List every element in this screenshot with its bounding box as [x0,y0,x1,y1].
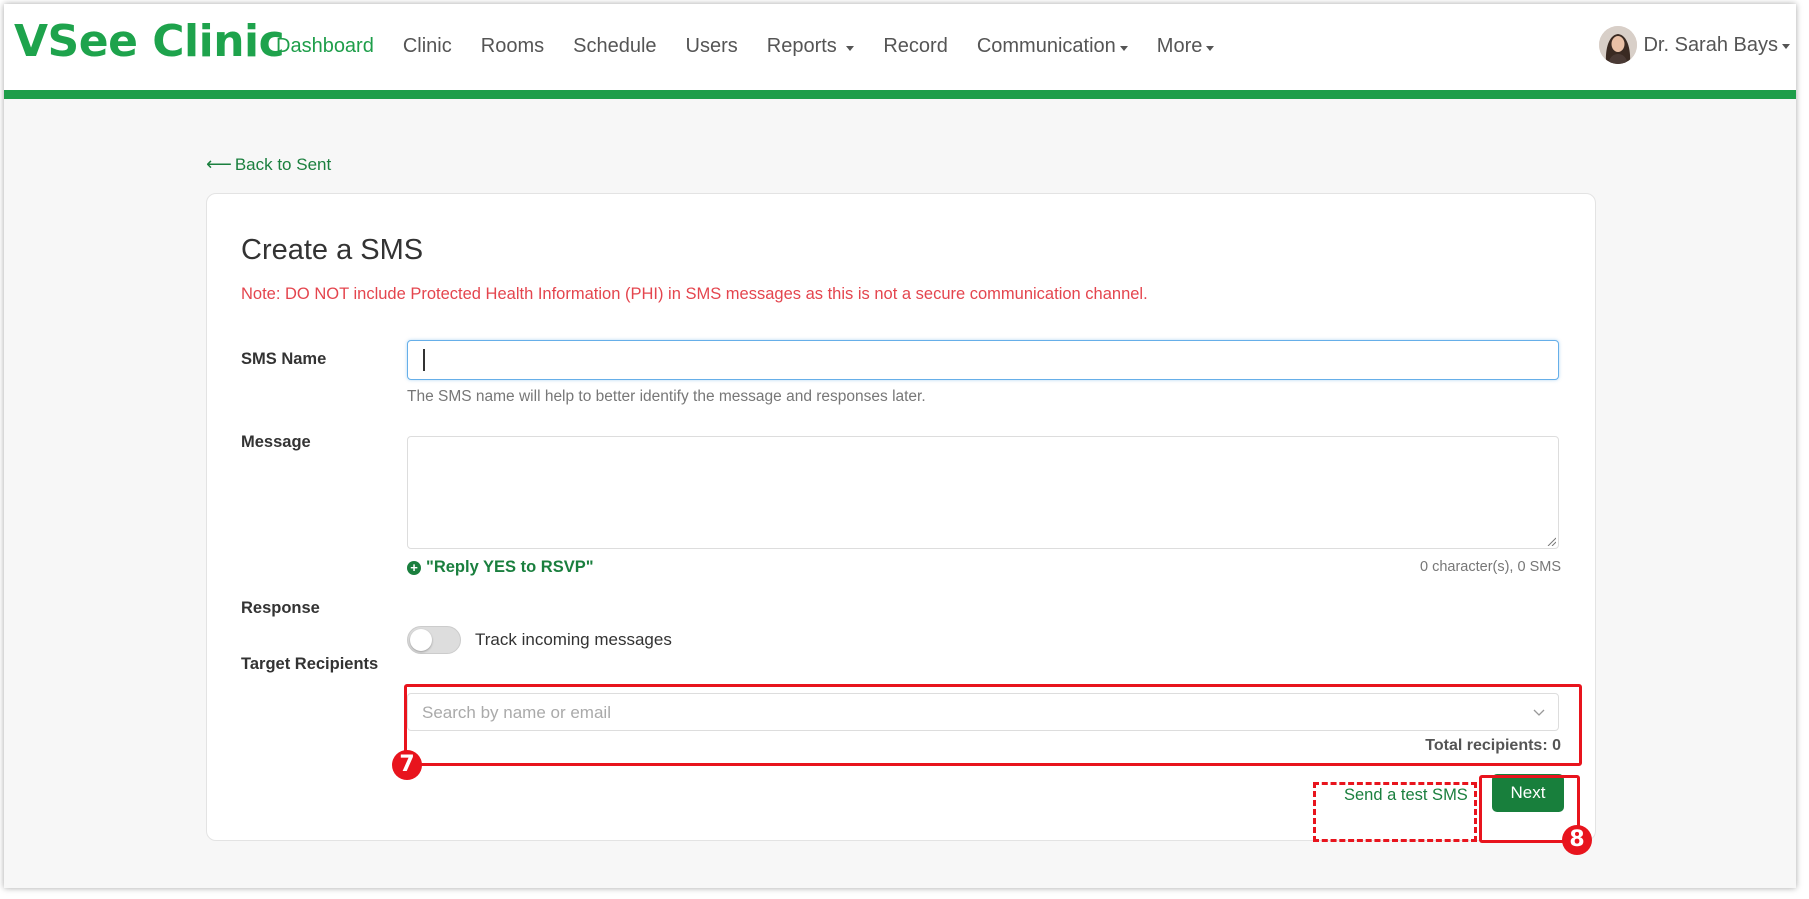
resize-handle-icon[interactable] [1546,536,1556,546]
nav-item-schedule[interactable]: Schedule [573,35,656,58]
header-accent-bar [4,90,1796,99]
back-to-sent-link[interactable]: ⟵ Back to Sent [206,154,331,175]
nav-item-users[interactable]: Users [686,35,738,58]
step-badge-7: 7 [392,750,422,780]
main-nav: Dashboard Clinic Rooms Schedule Users Re… [276,35,1243,58]
page-title: Create a SMS [241,234,424,266]
sms-name-label: SMS Name [241,350,327,368]
back-link-label: Back to Sent [234,154,332,174]
highlight-recipients-box [404,684,1582,766]
nav-item-record[interactable]: Record [883,35,947,58]
vsee-clinic-logo[interactable]: VSee Clinic [14,16,285,67]
step-badge-8: 8 [1562,825,1592,855]
nav-item-rooms[interactable]: Rooms [481,35,544,58]
phi-warning-note: Note: DO NOT include Protected Health In… [241,285,1148,303]
text-cursor [423,349,425,371]
caret-down-icon [846,45,855,51]
avatar-icon [1599,26,1638,64]
nav-item-communication[interactable]: Communication [977,35,1128,58]
response-label: Response [241,599,320,617]
message-label: Message [241,433,311,451]
nav-item-dashboard[interactable]: Dashboard [276,35,374,58]
caret-down-icon [1782,44,1790,49]
reply-yes-rsvp-link[interactable]: + "Reply YES to RSVP" [407,558,594,577]
highlight-test-sms-box [1313,782,1477,842]
reply-link-label: "Reply YES to RSVP" [426,558,594,576]
nav-item-clinic[interactable]: Clinic [403,35,452,58]
app-window: VSee Clinic Dashboard Clinic Rooms Sched… [4,4,1796,888]
target-recipients-label: Target Recipients [241,655,379,673]
sms-name-help: The SMS name will help to better identif… [407,388,926,405]
top-navbar: VSee Clinic Dashboard Clinic Rooms Sched… [4,4,1796,90]
track-incoming-toggle[interactable] [407,626,461,654]
caret-down-icon [1119,45,1128,51]
plus-circle-icon: + [407,560,421,575]
sms-name-input[interactable] [407,340,1559,380]
toggle-knob [410,629,432,651]
user-name: Dr. Sarah Bays [1643,33,1778,56]
character-counter: 0 character(s), 0 SMS [1419,559,1561,575]
nav-item-more[interactable]: More [1157,35,1215,58]
caret-down-icon [1206,45,1215,51]
arrow-left-icon: ⟵ [206,154,232,174]
track-incoming-label: Track incoming messages [475,630,672,649]
nav-item-reports[interactable]: Reports [767,35,855,58]
message-textarea[interactable] [407,436,1559,549]
user-menu[interactable]: Dr. Sarah Bays [1599,26,1790,64]
